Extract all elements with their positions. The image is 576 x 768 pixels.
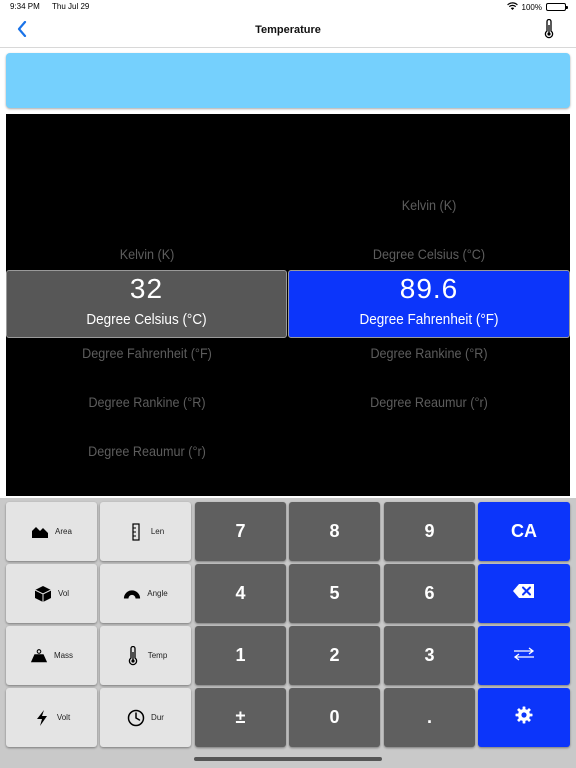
category-label: Len bbox=[150, 527, 165, 536]
key-decimal[interactable]: . bbox=[384, 688, 475, 747]
category-label: Temp bbox=[147, 651, 168, 660]
category-label: Volt bbox=[56, 713, 71, 722]
from-value: 32 bbox=[129, 273, 164, 304]
key-0[interactable]: 0 bbox=[289, 688, 380, 747]
from-unit-option[interactable]: Degree Rankine (°R) bbox=[20, 394, 274, 410]
key-plus-minus[interactable]: ± bbox=[195, 688, 286, 747]
key-9[interactable]: 9 bbox=[384, 502, 475, 561]
protractor-icon bbox=[123, 585, 141, 603]
settings-button[interactable] bbox=[478, 688, 570, 747]
weight-icon bbox=[30, 647, 48, 665]
category-angle-button[interactable]: Angle bbox=[100, 564, 191, 623]
lightning-icon bbox=[33, 709, 51, 727]
from-unit-option[interactable]: Kelvin (K) bbox=[20, 246, 274, 262]
key-6[interactable]: 6 bbox=[384, 564, 475, 623]
input-display[interactable] bbox=[6, 53, 570, 108]
battery-percent: 100% bbox=[521, 2, 542, 12]
from-unit-selected[interactable]: 32 Degree Celsius (°C) bbox=[6, 270, 287, 338]
to-unit-option[interactable]: Degree Celsius (°C) bbox=[302, 246, 556, 262]
category-label: Dur bbox=[151, 713, 164, 722]
to-unit-option[interactable]: Kelvin (K) bbox=[302, 197, 556, 213]
status-indicators: 100% bbox=[506, 2, 568, 12]
from-unit-option[interactable]: Degree Reaumur (°r) bbox=[20, 443, 274, 459]
wifi-icon bbox=[506, 2, 518, 12]
area-icon bbox=[31, 523, 49, 541]
status-time: 9:34 PM bbox=[10, 2, 40, 11]
from-unit-option[interactable]: Degree Fahrenheit (°F) bbox=[20, 345, 274, 361]
key-3[interactable]: 3 bbox=[384, 626, 475, 685]
ruler-icon bbox=[127, 522, 145, 541]
clear-all-button[interactable]: CA bbox=[478, 502, 570, 561]
to-unit-option[interactable]: Degree Reaumur (°r) bbox=[302, 394, 556, 410]
thermometer-icon bbox=[124, 645, 142, 665]
temperature-menu-button[interactable] bbox=[540, 18, 558, 44]
backspace-icon bbox=[512, 583, 536, 604]
category-voltage-button[interactable]: Volt bbox=[6, 688, 97, 747]
page-title: Temperature bbox=[255, 24, 321, 36]
category-mass-button[interactable]: Mass bbox=[6, 626, 97, 685]
category-label: Angle bbox=[147, 589, 168, 598]
key-2[interactable]: 2 bbox=[289, 626, 380, 685]
to-unit-option[interactable]: Degree Rankine (°R) bbox=[302, 345, 556, 361]
thermometer-icon bbox=[543, 18, 555, 44]
key-4[interactable]: 4 bbox=[195, 564, 286, 623]
key-5[interactable]: 5 bbox=[289, 564, 380, 623]
home-indicator bbox=[194, 757, 382, 761]
category-duration-button[interactable]: Dur bbox=[100, 688, 191, 747]
category-volume-button[interactable]: Vol bbox=[6, 564, 97, 623]
key-1[interactable]: 1 bbox=[195, 626, 286, 685]
key-8[interactable]: 8 bbox=[289, 502, 380, 561]
to-value: 89.6 bbox=[399, 273, 459, 304]
category-area-button[interactable]: Area bbox=[6, 502, 97, 561]
category-label: Vol bbox=[57, 589, 70, 598]
gear-icon bbox=[515, 706, 533, 729]
navigation-bar: Temperature bbox=[0, 14, 576, 48]
status-bar: 9:34 PM Thu Jul 29 100% bbox=[0, 0, 576, 14]
category-label: Mass bbox=[53, 651, 74, 660]
cube-icon bbox=[34, 585, 52, 603]
status-date: Thu Jul 29 bbox=[52, 2, 90, 11]
battery-icon bbox=[546, 3, 568, 11]
keypad: Area Len Vol Angle Mass Temp Volt Dur 7 … bbox=[0, 498, 576, 768]
key-7[interactable]: 7 bbox=[195, 502, 286, 561]
swap-arrows-icon bbox=[512, 645, 536, 666]
backspace-button[interactable] bbox=[478, 564, 570, 623]
clock-icon bbox=[127, 709, 145, 727]
swap-units-button[interactable] bbox=[478, 626, 570, 685]
to-unit-selected[interactable]: 89.6 Degree Fahrenheit (°F) bbox=[288, 270, 570, 338]
to-unit-name: Degree Fahrenheit (°F) bbox=[359, 311, 499, 328]
category-temperature-button[interactable]: Temp bbox=[100, 626, 191, 685]
category-label: Area bbox=[55, 527, 72, 536]
from-unit-name: Degree Celsius (°C) bbox=[86, 311, 207, 328]
category-length-button[interactable]: Len bbox=[100, 502, 191, 561]
